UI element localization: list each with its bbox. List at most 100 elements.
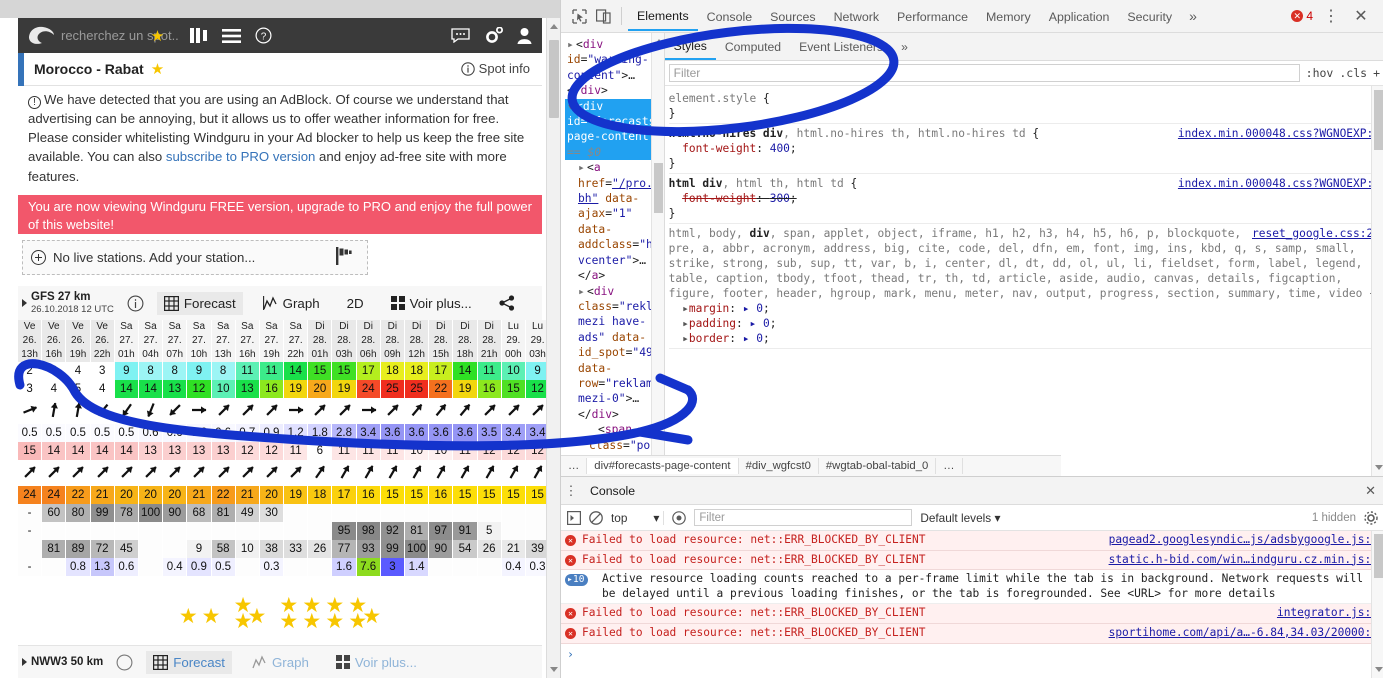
close-devtools-icon[interactable]: ✕ xyxy=(1349,5,1373,27)
console-scroll-down-icon[interactable] xyxy=(1375,667,1383,672)
wind-direction-arrow-icon[interactable] xyxy=(66,398,90,424)
style-source-link[interactable]: index.min.000048.css?WGNOEXP:1 xyxy=(1178,176,1380,191)
forecast-cell[interactable]: 2.8 xyxy=(332,424,357,442)
forecast-cell[interactable]: 8 xyxy=(138,362,164,380)
css-property[interactable]: ▸margin xyxy=(682,302,729,315)
wind-direction-arrow-icon[interactable] xyxy=(453,460,477,486)
forecast-cell[interactable] xyxy=(405,504,430,522)
date-cell[interactable]: 26. xyxy=(42,334,67,348)
secondary-tab-voir-plus[interactable]: Voir plus... xyxy=(329,651,424,674)
forecast-row[interactable]: 2 3 4 3 9 8 8 9 8 11 11 14 15 15 17 18 18 17 14 11 10 9 xyxy=(0,362,560,380)
tab-graph[interactable]: Graph xyxy=(256,292,327,315)
style-source-link[interactable]: index.min.000048.css?WGNOEXP:1 xyxy=(1178,126,1380,141)
gear-icon[interactable] xyxy=(484,27,503,44)
hour-cell[interactable]: 19h xyxy=(66,348,91,362)
wind-direction-arrow-icon[interactable] xyxy=(187,398,211,424)
hour-cell[interactable]: 01h xyxy=(114,348,139,362)
scroll-up-icon[interactable] xyxy=(550,24,558,29)
expand-caret-icon-2[interactable] xyxy=(22,658,27,666)
forecast-cell[interactable]: 97 xyxy=(429,522,454,540)
forecast-cell[interactable]: 0.5 xyxy=(42,424,67,442)
day-cell[interactable]: Di xyxy=(477,320,502,334)
date-cell[interactable]: 27. xyxy=(211,334,236,348)
secondary-model-info-icon[interactable] xyxy=(116,654,133,671)
forecast-cell[interactable] xyxy=(284,504,309,522)
wind-direction-arrow-icon[interactable] xyxy=(332,398,356,424)
hour-cell[interactable]: 06h xyxy=(356,348,381,362)
wind-direction-arrow-icon[interactable] xyxy=(236,460,260,486)
forecast-cell[interactable]: 1.4 xyxy=(405,558,430,576)
tab-forecast[interactable]: Forecast xyxy=(156,291,243,315)
day-cell[interactable]: Sa xyxy=(259,320,285,334)
inspect-element-icon[interactable] xyxy=(567,5,591,27)
forecast-cell[interactable]: 72 xyxy=(90,540,115,558)
forecast-cell[interactable]: 12 xyxy=(187,380,212,398)
forecast-cell[interactable] xyxy=(187,522,212,540)
forecast-cell[interactable]: 3.6 xyxy=(405,424,430,442)
day-cell[interactable]: Lu xyxy=(501,320,526,334)
hour-cell[interactable]: 13h xyxy=(18,348,43,362)
wind-direction-arrow-icon[interactable] xyxy=(429,460,453,486)
console-error-message[interactable]: ✕ Failed to load resource: net::ERR_BLOCK… xyxy=(561,550,1383,571)
forecast-cell[interactable] xyxy=(284,522,309,540)
disclosure-triangle-icon[interactable]: ▾ xyxy=(567,99,576,114)
forecast-cell[interactable] xyxy=(453,558,478,576)
forecast-cell[interactable]: 93 xyxy=(356,540,381,558)
wind-direction-arrow-icon[interactable] xyxy=(260,398,284,424)
forecast-cell[interactable] xyxy=(235,558,260,576)
date-cell[interactable]: 28. xyxy=(356,334,381,348)
console-error-message[interactable]: ✕ Failed to load resource: net::ERR_BLOCK… xyxy=(561,623,1383,644)
forecast-cell[interactable] xyxy=(380,504,405,522)
hour-cell[interactable]: 16h xyxy=(42,348,67,362)
tab-sources[interactable]: Sources xyxy=(761,3,824,30)
date-cell[interactable]: 28. xyxy=(453,334,478,348)
wind-direction-arrow-icon[interactable] xyxy=(66,460,90,486)
forecast-cell[interactable]: 3 xyxy=(380,558,405,576)
group-count-badge[interactable]: 10 xyxy=(565,572,599,587)
day-cell[interactable]: Di xyxy=(308,320,333,334)
styles-more-icon[interactable]: » xyxy=(892,35,917,59)
forecast-cell[interactable]: 81 xyxy=(211,504,236,522)
forecast-cell[interactable] xyxy=(259,522,285,540)
forecast-cell[interactable] xyxy=(453,504,478,522)
forecast-row[interactable] xyxy=(0,398,560,424)
secondary-tab-forecast[interactable]: Forecast xyxy=(146,650,232,674)
forecast-cell[interactable] xyxy=(163,522,188,540)
day-cell[interactable]: Ve xyxy=(42,320,67,334)
forecast-cell[interactable]: 98 xyxy=(356,522,381,540)
hour-cell[interactable]: 21h xyxy=(477,348,502,362)
dom-node[interactable]: ▸<a href="/pro.php?bh" data-ajax="1" dat… xyxy=(565,160,664,283)
forecast-cell[interactable]: 91 xyxy=(453,522,478,540)
styles-scroll-down-icon[interactable] xyxy=(1375,465,1383,470)
forecast-cell[interactable]: 10 xyxy=(429,442,454,460)
styles-filter-input[interactable]: Filter xyxy=(668,64,1300,82)
forecast-cell[interactable] xyxy=(308,558,333,576)
forecast-cell[interactable]: 0.5 xyxy=(90,424,115,442)
forecast-cell[interactable]: 18 xyxy=(405,362,430,380)
forecast-cell[interactable]: 0.5 xyxy=(211,558,236,576)
forecast-cell[interactable]: 4 xyxy=(90,380,115,398)
forecast-cell[interactable]: 18 xyxy=(380,362,405,380)
date-cell[interactable]: 26. xyxy=(90,334,115,348)
forecast-cell[interactable]: 9 xyxy=(187,362,212,380)
hour-cell[interactable]: 00h xyxy=(501,348,526,362)
forecast-cell[interactable]: 0.8 xyxy=(66,558,91,576)
forecast-cell[interactable] xyxy=(66,522,91,540)
user-icon[interactable] xyxy=(517,27,532,44)
date-cell[interactable]: 27. xyxy=(284,334,309,348)
day-cell[interactable]: Di xyxy=(356,320,381,334)
day-cell[interactable]: Ve xyxy=(18,320,43,334)
wind-direction-arrow-icon[interactable] xyxy=(308,398,332,424)
css-property[interactable]: font-weight xyxy=(682,192,756,205)
drawer-menu-icon[interactable]: ⋮ xyxy=(561,483,581,499)
console-sidebar-icon[interactable] xyxy=(567,510,581,525)
page-scrollbar[interactable] xyxy=(546,18,560,678)
tab-computed[interactable]: Computed xyxy=(716,35,790,59)
console-messages[interactable]: ✕ Failed to load resource: net::ERR_BLOCK… xyxy=(561,531,1383,644)
tab-application[interactable]: Application xyxy=(1040,3,1119,30)
forecast-cell[interactable]: 0.6 xyxy=(138,424,164,442)
tab-network[interactable]: Network xyxy=(825,3,888,30)
hour-cell[interactable]: 01h xyxy=(308,348,333,362)
help-icon[interactable]: ? xyxy=(255,27,272,44)
forecast-cell[interactable]: - xyxy=(18,558,43,576)
